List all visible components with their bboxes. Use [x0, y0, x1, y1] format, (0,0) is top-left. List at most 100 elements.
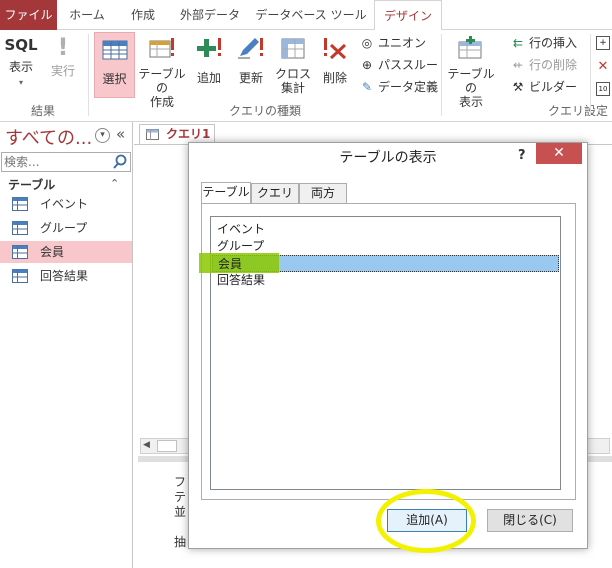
- scroll-thumb[interactable]: [157, 440, 177, 452]
- passthrough-label: パススルー: [378, 58, 439, 72]
- query-setup-group-label: クエリ設定: [548, 104, 609, 118]
- crosstab-label-2: 集計: [280, 81, 305, 95]
- list-item-selected[interactable]: 会員: [199, 253, 559, 273]
- table-icon: [12, 269, 28, 283]
- query-type-group-label: クエリの種類: [228, 104, 301, 118]
- tab-file[interactable]: ファイル: [0, 0, 57, 30]
- nav-pane-title[interactable]: すべての...: [5, 124, 92, 150]
- make-table-button[interactable]: テーブルの 作成: [137, 32, 187, 109]
- passthrough-button[interactable]: ⊕ パススルー: [359, 56, 438, 74]
- delete-button[interactable]: 削除: [317, 32, 353, 98]
- nav-item-group-table[interactable]: グループ: [0, 217, 132, 239]
- nav-search-input[interactable]: [4, 154, 108, 170]
- select-query-icon: [102, 40, 127, 60]
- run-button[interactable]: ! 実行: [44, 34, 82, 96]
- nav-item-label: グループ: [40, 221, 88, 235]
- nav-search-box[interactable]: [1, 152, 131, 172]
- tab-both[interactable]: 両方: [299, 183, 347, 204]
- tab-query1[interactable]: クエリ1: [139, 124, 215, 144]
- list-item-label: 会員: [218, 257, 243, 271]
- table-icon: [12, 245, 28, 259]
- tab-database-tools[interactable]: データベース ツール: [252, 0, 370, 30]
- ribbon-separator: [88, 34, 89, 116]
- tab-create[interactable]: 作成: [118, 0, 168, 30]
- table-icon: [12, 221, 28, 235]
- close-button[interactable]: 閉じる(C): [487, 509, 573, 532]
- grid-row-label: 抽: [174, 535, 187, 549]
- ribbon: SQL 表示 ▾ ! 実行 結果 選択 テーブルの 作成 追加 更新 クロス 集…: [0, 30, 612, 122]
- show-table-dialog: テーブルの表示 ? ✕ テーブル クエリ 両方 イベント グループ 会員 回答結…: [188, 142, 588, 553]
- append-button[interactable]: 追加: [191, 32, 227, 98]
- delete-rows-label: 行の削除: [529, 58, 578, 72]
- insert-columns-icon[interactable]: +: [596, 36, 610, 50]
- nav-item-member-table[interactable]: 会員: [0, 241, 132, 263]
- union-icon: ◎: [361, 36, 373, 50]
- annotation-circle: [376, 489, 476, 553]
- builder-button[interactable]: ⚒ ビルダー: [510, 78, 577, 96]
- collapse-nav-icon[interactable]: «: [116, 125, 125, 143]
- insert-rows-label: 行の挿入: [529, 36, 578, 50]
- crosstab-label: クロス: [274, 67, 311, 81]
- tab-tables[interactable]: テーブル: [201, 182, 251, 204]
- update-button[interactable]: 更新: [231, 32, 271, 98]
- delete-rows-icon: ⇷: [512, 58, 524, 72]
- data-definition-button[interactable]: ✎ データ定義: [359, 78, 438, 96]
- delete-columns-icon[interactable]: ✕: [596, 60, 610, 74]
- table-icon: [12, 197, 28, 211]
- query-icon: [146, 129, 159, 140]
- list-item[interactable]: 回答結果: [212, 272, 559, 289]
- delete-label: 削除: [322, 71, 347, 85]
- update-pencil-icon: [238, 38, 263, 59]
- scroll-left-icon[interactable]: ◀: [143, 440, 150, 450]
- ribbon-tab-bar: ファイル ホーム 作成 外部データ データベース ツール デザイン: [0, 0, 612, 31]
- tab-design[interactable]: デザイン: [374, 0, 442, 31]
- nav-item-answers-table[interactable]: 回答結果: [0, 265, 132, 287]
- table-list[interactable]: イベント グループ 会員 回答結果: [199, 216, 561, 490]
- nav-item-label: イベント: [40, 197, 89, 211]
- dialog-tab-panel: イベント グループ 会員 回答結果: [199, 203, 576, 500]
- tab-home[interactable]: ホーム: [60, 0, 114, 30]
- show-table-label: テーブルの: [447, 67, 495, 95]
- search-icon[interactable]: [112, 154, 128, 170]
- help-icon[interactable]: ?: [518, 148, 526, 163]
- dialog-close-button[interactable]: ✕: [536, 143, 582, 164]
- grid-row-label: 並: [174, 505, 187, 519]
- append-label: 追加: [196, 71, 221, 85]
- sql-icon: SQL: [4, 36, 38, 54]
- insert-rows-button[interactable]: ⇇ 行の挿入: [510, 34, 577, 52]
- tab-queries[interactable]: クエリ: [251, 183, 299, 204]
- view-label: 表示: [8, 60, 33, 74]
- navigation-pane: すべての... ▾ « テーブル ⌃ イベント グループ 会員 回答結果: [0, 122, 133, 568]
- delete-rows-button[interactable]: ⇷ 行の削除: [510, 56, 577, 74]
- make-table-icon: [149, 38, 174, 58]
- list-item[interactable]: イベント: [212, 221, 559, 238]
- results-group-label: 結果: [30, 104, 55, 118]
- grid-row-label: フ: [174, 475, 187, 489]
- ribbon-separator: [441, 34, 442, 116]
- select-label: 選択: [102, 72, 127, 86]
- select-query-button[interactable]: 選択: [94, 32, 135, 98]
- tab-external-data[interactable]: 外部データ: [172, 0, 248, 30]
- exclamation-icon: !: [57, 33, 69, 61]
- builder-label: ビルダー: [529, 80, 578, 94]
- crosstab-button[interactable]: クロス 集計: [273, 32, 313, 98]
- union-button[interactable]: ◎ ユニオン: [359, 34, 426, 52]
- nav-item-label: 会員: [40, 245, 65, 259]
- nav-pane-menu-icon[interactable]: ▾: [95, 128, 110, 143]
- nav-item-event-table[interactable]: イベント: [0, 193, 132, 215]
- run-label: 実行: [50, 64, 75, 78]
- show-table-button[interactable]: テーブルの 表示: [444, 32, 498, 109]
- view-button[interactable]: SQL 表示 ▾: [2, 34, 40, 96]
- update-label: 更新: [238, 71, 263, 85]
- insert-rows-icon: ⇇: [512, 36, 524, 50]
- return-icon[interactable]: 10: [596, 82, 610, 96]
- grid-row-label: [174, 520, 186, 535]
- show-table-icon: [458, 36, 482, 59]
- union-label: ユニオン: [378, 36, 427, 50]
- delete-x-icon: [324, 38, 347, 60]
- chevron-down-icon: ▾: [18, 78, 23, 87]
- nav-item-label: 回答結果: [40, 269, 89, 283]
- crosstab-icon: [281, 38, 305, 59]
- chevron-up-icon[interactable]: ⌃: [110, 177, 119, 190]
- nav-group-header[interactable]: テーブル: [8, 176, 55, 193]
